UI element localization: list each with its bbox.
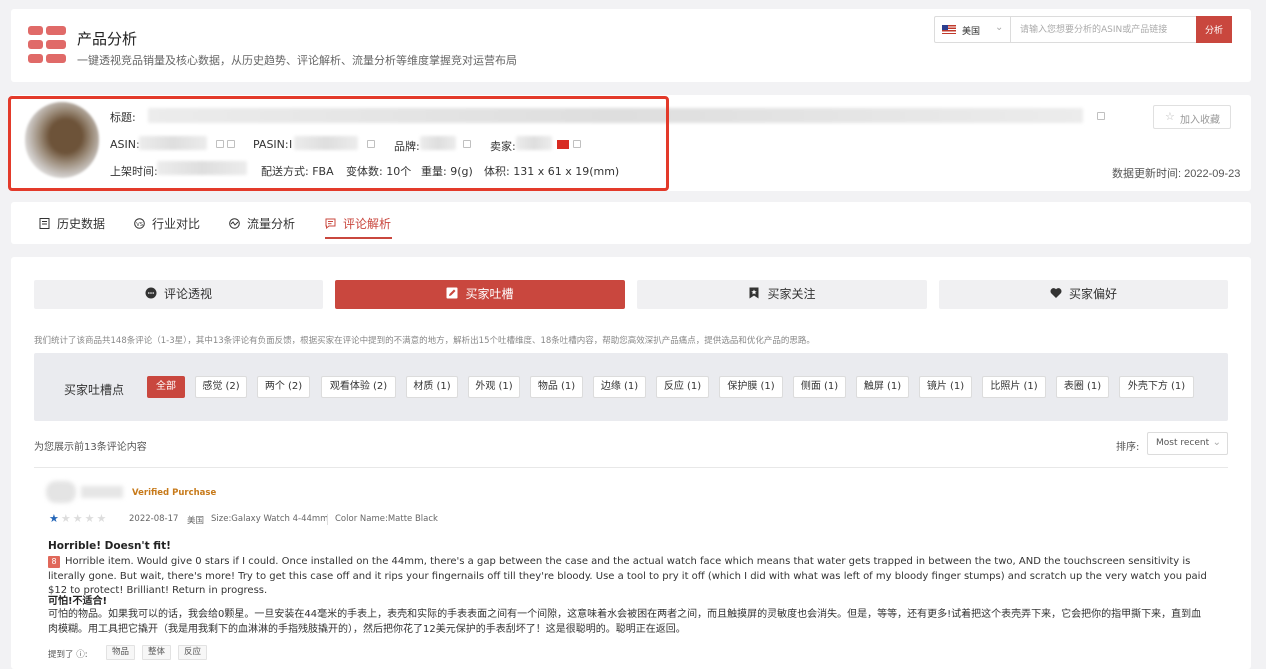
page-title: 产品分析 bbox=[77, 30, 138, 48]
add-to-favorites-label: 加入收藏 bbox=[1180, 115, 1220, 126]
verified-purchase-badge: Verified Purchase bbox=[132, 488, 217, 498]
complaint-filter-panel: 买家吐槽点 全部 感觉 (2) 两个 (2) 观看体验 (2) 材质 (1) 外… bbox=[34, 353, 1228, 421]
filter-chip[interactable]: 材质 (1) bbox=[406, 376, 458, 398]
filter-label: 买家吐槽点 bbox=[64, 383, 125, 397]
filter-chip[interactable]: 两个 (2) bbox=[257, 376, 310, 398]
subtab-buyer-complaints[interactable]: 买家吐槽 bbox=[335, 280, 625, 309]
divider bbox=[327, 514, 328, 525]
star-filled-icon: ★ bbox=[49, 513, 61, 525]
heart-icon bbox=[1050, 281, 1062, 298]
mention-tag[interactable]: 反应 bbox=[178, 645, 208, 660]
subtab-review-insight-label: 评论透视 bbox=[163, 287, 212, 301]
stats-description: 我们统计了该商品共148条评论（1-3星），其中13条评论有负面反馈，根据买家在… bbox=[34, 336, 815, 346]
tab-review-analysis-label: 评论解析 bbox=[343, 217, 392, 231]
filter-chip[interactable]: 外壳下方 (1) bbox=[1119, 376, 1194, 398]
review-size: Size:Galaxy Watch 4-44mm bbox=[211, 514, 329, 524]
comment-icon bbox=[325, 218, 336, 230]
page-subtitle: 一键透视竞品销量及核心数据，从历史趋势、评论解析、流量分析等维度掌握竞对运营布局 bbox=[77, 54, 517, 67]
subtab-buyer-preference-label: 买家偏好 bbox=[1068, 287, 1117, 301]
chevron-down-icon: ⌄ bbox=[995, 22, 1004, 33]
country-select[interactable]: 美国 ⌄ bbox=[935, 17, 1011, 42]
us-flag-icon bbox=[942, 25, 956, 34]
subtab-buyer-preference[interactable]: 买家偏好 bbox=[939, 280, 1228, 309]
star-rating: ★★★★★ bbox=[49, 513, 109, 525]
edit-note-icon bbox=[446, 281, 458, 299]
data-updated-time: 数据更新时间: 2022-09-23 bbox=[1112, 168, 1241, 180]
review-color: Color Name:Matte Black bbox=[335, 514, 438, 524]
reviewer-name-redacted bbox=[81, 486, 123, 498]
filter-chip[interactable]: 边缘 (1) bbox=[593, 376, 646, 398]
divider bbox=[34, 467, 1228, 468]
filter-chip[interactable]: 侧面 (1) bbox=[793, 376, 846, 398]
add-to-favorites-button[interactable]: ☆ 加入收藏 bbox=[1153, 105, 1231, 129]
tab-review-analysis[interactable]: 评论解析 bbox=[325, 215, 391, 232]
document-icon bbox=[39, 218, 50, 229]
chat-bubble-icon bbox=[145, 281, 157, 299]
filter-chip[interactable]: 触屏 (1) bbox=[856, 376, 909, 398]
filter-chip[interactable]: 比照片 (1) bbox=[982, 376, 1046, 398]
review-country: 美国 bbox=[187, 516, 205, 526]
subtab-review-insight[interactable]: 评论透视 bbox=[34, 280, 323, 309]
filter-chip[interactable]: 观看体验 (2) bbox=[321, 376, 396, 398]
filter-chip[interactable]: 反应 (1) bbox=[656, 376, 709, 398]
review-body-translated: 可怕的物品。如果我可以的话，我会给0颗星。一旦安装在44毫米的手表上，表壳和实际… bbox=[48, 609, 1202, 635]
review-date: 2022-08-17 bbox=[129, 514, 179, 524]
tab-history-label: 历史数据 bbox=[57, 217, 106, 231]
page-header: 产品分析 一键透视竞品销量及核心数据，从历史趋势、评论解析、流量分析等维度掌握竞… bbox=[11, 9, 1251, 82]
review-title: Horrible! Doesn't fit! bbox=[48, 540, 171, 552]
review-title-translated: 可怕!不适合! bbox=[48, 596, 108, 607]
star-outline-icon: ☆ bbox=[1165, 110, 1175, 123]
country-label: 美国 bbox=[962, 27, 981, 37]
highlight-box bbox=[8, 96, 669, 191]
active-tab-indicator bbox=[325, 237, 392, 239]
search-input[interactable] bbox=[1012, 17, 1196, 42]
sort-select[interactable]: Most recent ⌄ bbox=[1147, 432, 1228, 455]
product-analysis-logo-icon bbox=[28, 26, 66, 64]
bookmark-star-icon bbox=[748, 281, 760, 299]
sort-value: Most recent bbox=[1156, 438, 1210, 448]
review-analysis-panel: 评论透视 买家吐槽 买家关注 买家偏好 我们统计了该商品共148条评论（1-3星… bbox=[11, 257, 1251, 669]
svg-text:VS: VS bbox=[136, 222, 143, 228]
tab-industry-compare[interactable]: VS 行业对比 bbox=[134, 215, 200, 232]
help-icon[interactable]: ⓘ bbox=[76, 650, 85, 660]
tab-history[interactable]: 历史数据 bbox=[39, 215, 105, 232]
filter-chip[interactable]: 全部 bbox=[147, 376, 185, 398]
review-body-text: Horrible item. Would give 0 stars if I c… bbox=[48, 556, 1207, 596]
filter-chip[interactable]: 感觉 (2) bbox=[195, 376, 247, 398]
filter-chip[interactable]: 保护膜 (1) bbox=[719, 376, 783, 398]
analyze-button[interactable]: 分析 bbox=[1196, 16, 1232, 43]
filter-chip[interactable]: 镜片 (1) bbox=[919, 376, 972, 398]
copy-icon[interactable] bbox=[1097, 112, 1105, 120]
subtab-buyer-focus[interactable]: 买家关注 bbox=[637, 280, 927, 309]
search-bar: 美国 ⌄ 分析 bbox=[934, 16, 1232, 43]
review-index-badge: 8 bbox=[48, 556, 60, 568]
chevron-down-icon: ⌄ bbox=[1212, 437, 1221, 448]
subtab-buyer-focus-label: 买家关注 bbox=[767, 287, 816, 301]
tab-industry-compare-label: 行业对比 bbox=[152, 217, 201, 231]
tab-traffic-analysis-label: 流量分析 bbox=[247, 217, 296, 231]
tab-traffic-analysis[interactable]: 流量分析 bbox=[229, 215, 295, 232]
review-body: 8 Horrible item. Would give 0 stars if I … bbox=[48, 555, 1208, 599]
mentioned-label-text: 提到了 bbox=[48, 650, 74, 660]
mention-tag[interactable]: 物品 bbox=[106, 645, 136, 660]
filter-chip[interactable]: 外观 (1) bbox=[468, 376, 520, 398]
mention-tag[interactable]: 整体 bbox=[142, 645, 172, 660]
subtab-buyer-complaints-label: 买家吐槽 bbox=[465, 287, 514, 301]
traffic-icon bbox=[229, 218, 240, 229]
analysis-tabs: 历史数据 VS 行业对比 流量分析 评论解析 bbox=[11, 202, 1251, 244]
review-count-text: 为您展示前13条评论内容 bbox=[34, 442, 147, 453]
avatar bbox=[46, 481, 76, 503]
filter-chip[interactable]: 表圈 (1) bbox=[1056, 376, 1109, 398]
filter-chip[interactable]: 物品 (1) bbox=[530, 376, 583, 398]
mentioned-label: 提到了 ⓘ: bbox=[48, 650, 88, 660]
sort-label: 排序: bbox=[1116, 442, 1140, 453]
compare-icon: VS bbox=[134, 218, 145, 229]
